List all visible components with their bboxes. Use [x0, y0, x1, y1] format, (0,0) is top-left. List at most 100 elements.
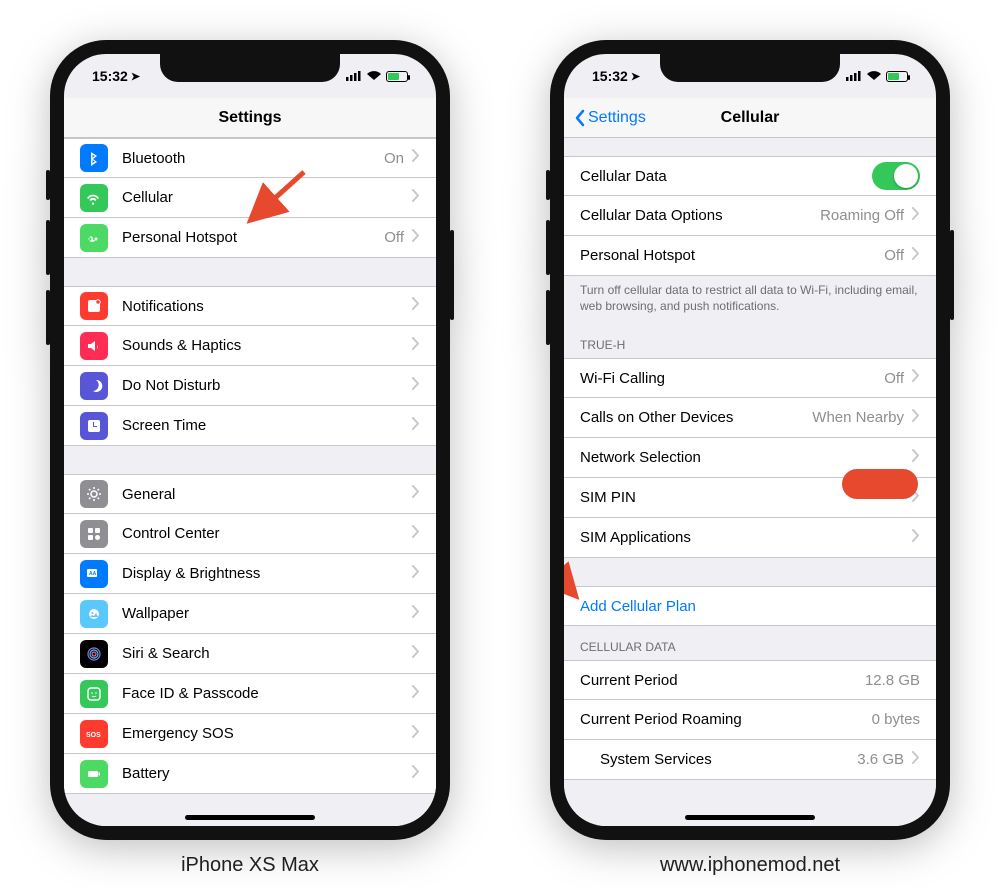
chevron-right-icon	[412, 565, 420, 583]
notifications-icon	[80, 292, 108, 320]
row-sounds[interactable]: Sounds & Haptics	[64, 326, 436, 366]
row-label: Do Not Disturb	[122, 377, 404, 394]
row-label: Siri & Search	[122, 645, 404, 662]
chevron-right-icon	[412, 685, 420, 703]
faceid-icon	[80, 680, 108, 708]
row-label: Current Period Roaming	[580, 711, 872, 728]
row-cellular[interactable]: Cellular	[64, 178, 436, 218]
row-r-hotspot[interactable]: Personal HotspotOff	[564, 236, 936, 276]
home-indicator[interactable]	[185, 815, 315, 820]
row-label: Sounds & Haptics	[122, 337, 404, 354]
gear-icon	[80, 480, 108, 508]
row-value: Off	[384, 229, 404, 246]
row-siri[interactable]: Siri & Search	[64, 634, 436, 674]
siri-icon	[80, 640, 108, 668]
device-left: 15:32 ➤ Settings	[50, 40, 450, 840]
row-hotspot[interactable]: Personal HotspotOff	[64, 218, 436, 258]
notch	[660, 54, 840, 82]
row-controlcenter[interactable]: Control Center	[64, 514, 436, 554]
wallpaper-icon	[80, 600, 108, 628]
chevron-right-icon	[912, 489, 920, 507]
sos-icon: SOS	[80, 720, 108, 748]
hotspot-icon	[80, 224, 108, 252]
row-notifications[interactable]: Notifications	[64, 286, 436, 326]
row-dnd[interactable]: Do Not Disturb	[64, 366, 436, 406]
row-simpin[interactable]: SIM PIN	[564, 478, 936, 518]
row-systemservices[interactable]: System Services3.6 GB	[564, 740, 936, 780]
group-header: TRUE-H	[564, 324, 936, 358]
row-simapps[interactable]: SIM Applications	[564, 518, 936, 558]
status-time: 15:32	[592, 68, 628, 84]
row-callsother[interactable]: Calls on Other DevicesWhen Nearby	[564, 398, 936, 438]
chevron-right-icon	[412, 765, 420, 783]
group-header: CELLULAR DATA	[564, 626, 936, 660]
wifi-icon	[366, 68, 382, 84]
row-label: SIM Applications	[580, 529, 904, 546]
row-label: Network Selection	[580, 449, 904, 466]
row-value: 12.8 GB	[865, 672, 920, 689]
row-label: Cellular Data	[580, 168, 872, 185]
row-label: Control Center	[122, 525, 404, 542]
chevron-right-icon	[912, 751, 920, 769]
row-label: Battery	[122, 765, 404, 782]
battery-icon	[886, 71, 908, 82]
row-label: Screen Time	[122, 417, 404, 434]
display-icon: AA	[80, 560, 108, 588]
chevron-right-icon	[412, 189, 420, 207]
page-title: Cellular	[721, 109, 780, 127]
caption-right: www.iphonemod.net	[660, 854, 840, 877]
row-dataoptions[interactable]: Cellular Data OptionsRoaming Off	[564, 196, 936, 236]
side-button	[950, 230, 954, 320]
chevron-right-icon	[412, 377, 420, 395]
chevron-right-icon	[412, 149, 420, 167]
chevron-right-icon	[912, 449, 920, 467]
notch	[160, 54, 340, 82]
row-display[interactable]: AADisplay & Brightness	[64, 554, 436, 594]
row-bluetooth[interactable]: BluetoothOn	[64, 138, 436, 178]
battery-icon	[386, 71, 408, 82]
status-time: 15:32	[92, 68, 128, 84]
row-roamingperiod: Current Period Roaming0 bytes	[564, 700, 936, 740]
toggle-cellulardata[interactable]	[872, 162, 920, 190]
row-value: 3.6 GB	[857, 751, 904, 768]
row-label: SIM PIN	[580, 489, 904, 506]
chevron-right-icon	[412, 605, 420, 623]
row-label: Notifications	[122, 298, 404, 315]
row-wallpaper[interactable]: Wallpaper	[64, 594, 436, 634]
row-value: Off	[884, 247, 904, 264]
device-right: 15:32 ➤	[550, 40, 950, 840]
row-addplan[interactable]: Add Cellular Plan	[564, 586, 936, 626]
sounds-icon	[80, 332, 108, 360]
svg-text:AA: AA	[89, 571, 97, 577]
row-battery[interactable]: Battery	[64, 754, 436, 794]
moon-icon	[80, 372, 108, 400]
home-indicator[interactable]	[685, 815, 815, 820]
row-wificalling[interactable]: Wi-Fi CallingOff	[564, 358, 936, 398]
row-currentperiod: Current Period12.8 GB	[564, 660, 936, 700]
settings-list[interactable]: BluetoothOnCellularPersonal HotspotOff No…	[64, 138, 436, 826]
row-cellulardata[interactable]: Cellular Data	[564, 156, 936, 196]
svg-text:SOS: SOS	[86, 732, 101, 739]
row-label: Wallpaper	[122, 605, 404, 622]
signal-icon	[346, 68, 362, 84]
back-button[interactable]: Settings	[574, 98, 646, 137]
row-value: Roaming Off	[820, 207, 904, 224]
wifi-icon	[866, 68, 882, 84]
row-label: Cellular Data Options	[580, 207, 820, 224]
page-title: Settings	[218, 109, 281, 127]
row-sos[interactable]: SOS Emergency SOS	[64, 714, 436, 754]
chevron-right-icon	[412, 229, 420, 247]
row-general[interactable]: General	[64, 474, 436, 514]
chevron-right-icon	[412, 417, 420, 435]
side-button	[450, 230, 454, 320]
row-value: Off	[884, 370, 904, 387]
row-label: Wi-Fi Calling	[580, 370, 884, 387]
screentime-icon	[80, 412, 108, 440]
cellular-list[interactable]: Cellular Data Cellular Data OptionsRoamin…	[564, 138, 936, 826]
row-label: Emergency SOS	[122, 725, 404, 742]
battery-icon	[80, 760, 108, 788]
row-screentime[interactable]: Screen Time	[64, 406, 436, 446]
row-faceid[interactable]: Face ID & Passcode	[64, 674, 436, 714]
row-value: When Nearby	[812, 409, 904, 426]
row-network[interactable]: Network Selection	[564, 438, 936, 478]
